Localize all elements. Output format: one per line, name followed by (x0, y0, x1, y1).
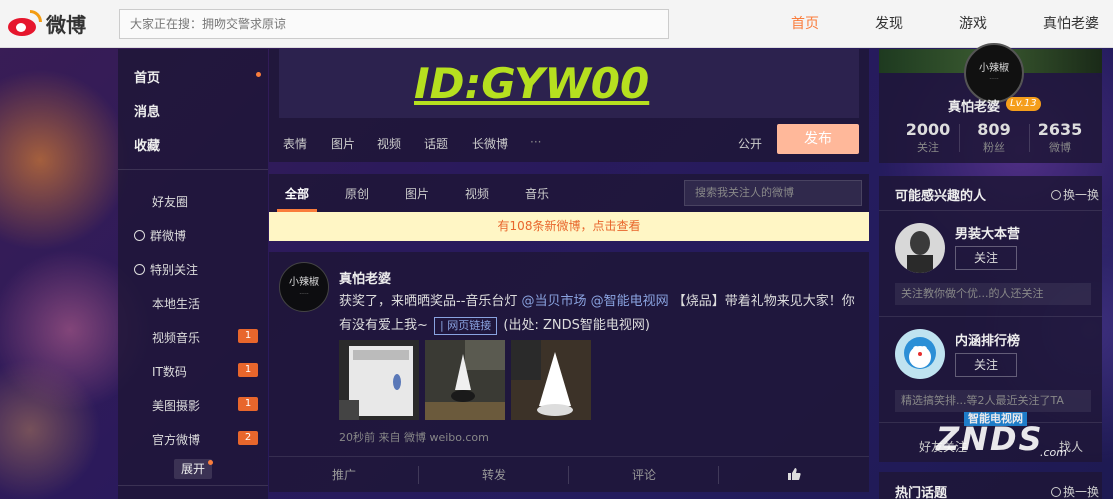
menu-home[interactable]: 首页 (134, 67, 160, 86)
znds-watermark: 智能电视网 ZNDS .com (900, 408, 1100, 468)
tool-topic[interactable]: 话题 (424, 135, 448, 152)
tab-original[interactable]: 原创 (345, 185, 369, 202)
comment-button[interactable]: 评论 (569, 457, 719, 493)
level-badge[interactable]: Lv.13 (1006, 97, 1041, 111)
profile-card: 小辣椒 ····· 真怕老婆 Lv.13 2000 关注 809 粉丝 2635 微博 (879, 43, 1102, 163)
post-actions: 推广 转发 评论 (269, 456, 869, 492)
tab-music[interactable]: 音乐 (525, 185, 549, 202)
follow-button[interactable]: 关注 (955, 246, 1017, 270)
feed-search-input[interactable]: 搜索我关注人的微博 (684, 180, 862, 206)
tool-emoji[interactable]: 表情 (283, 135, 307, 152)
unread-badge: 1 (238, 397, 258, 411)
unread-badge: 2 (238, 431, 258, 445)
suggestions-title: 可能感兴趣的人 (895, 189, 987, 204)
hot-topics-title: 热门话题 (895, 486, 948, 499)
mention-link[interactable]: @智能电视网 (587, 294, 669, 309)
refresh-button[interactable]: 换一换 (1051, 186, 1099, 203)
web-link[interactable]: | 网页链接 (434, 317, 498, 335)
watermark-brand: ZNDS (936, 420, 1044, 458)
suggested-user-name[interactable]: 男装大本营 (955, 223, 1020, 242)
follow-button[interactable]: 关注 (955, 353, 1017, 377)
menu-photography[interactable]: 美图摄影 (152, 397, 200, 414)
top-bar: 微博 大家正在搜：拥吻交警求原谅 首页 发现 游戏 真怕老婆 (0, 0, 1113, 48)
menu-official-weibo[interactable]: 官方微博 (152, 431, 200, 448)
divider (879, 210, 1102, 211)
suggested-user-avatar[interactable] (895, 223, 945, 273)
search-input[interactable]: 大家正在搜：拥吻交警求原谅 (119, 9, 669, 39)
post-image[interactable] (425, 340, 505, 420)
repost-button[interactable]: 转发 (419, 457, 569, 493)
profile-avatar[interactable]: 小辣椒 ····· (964, 43, 1024, 103)
post-image[interactable] (339, 340, 419, 420)
composer: ID:GYW00 表情 图片 视频 话题 长微博 ··· 公开 发布 (269, 49, 869, 162)
nav-discover[interactable]: 发现 (875, 0, 903, 48)
promote-button[interactable]: 推广 (269, 457, 419, 493)
menu-special-follow[interactable]: 特别关注 (134, 261, 198, 278)
tool-more[interactable]: ··· (530, 135, 541, 149)
divider (118, 169, 268, 170)
thumbs-up-icon (788, 468, 801, 480)
expand-button[interactable]: 展开 (174, 459, 212, 479)
suggested-user-name[interactable]: 内涵排行榜 (955, 330, 1020, 349)
menu-local-life[interactable]: 本地生活 (152, 295, 200, 312)
divider (879, 316, 1102, 317)
publish-button[interactable]: 发布 (777, 124, 859, 154)
unread-badge: 1 (238, 363, 258, 377)
tool-long-weibo[interactable]: 长微博 (472, 135, 508, 152)
menu-video-music[interactable]: 视频音乐 (152, 329, 200, 346)
tool-video[interactable]: 视频 (377, 135, 401, 152)
avatar-subtext: ····· (299, 291, 309, 298)
visibility-select[interactable]: 公开 (738, 135, 762, 152)
menu-favorites[interactable]: 收藏 (134, 135, 160, 154)
suggested-user-avatar[interactable] (895, 329, 945, 379)
composer-textarea[interactable]: ID:GYW00 (279, 49, 859, 118)
avatar-subtext: ····· (989, 76, 999, 83)
menu-it-digital[interactable]: IT数码 (152, 363, 187, 380)
tool-image[interactable]: 图片 (331, 135, 355, 152)
stat-following[interactable]: 2000 关注 (893, 120, 963, 155)
post-author[interactable]: 真怕老婆 (339, 268, 391, 287)
tab-videos[interactable]: 视频 (465, 185, 489, 202)
divider (118, 485, 268, 486)
new-posts-notice[interactable]: 有108条新微博，点击查看 (269, 212, 869, 241)
group-icon (134, 230, 145, 241)
profile-name[interactable]: 真怕老婆 (948, 96, 1000, 115)
post-avatar[interactable]: 小辣椒 ····· (279, 262, 329, 312)
left-menu: 首页 消息 收藏 好友圈 群微博 特别关注 本地生活 视频音乐 1 IT数码 1… (118, 49, 268, 499)
new-dot (208, 460, 213, 465)
menu-friends-circle[interactable]: 好友圈 (152, 193, 188, 210)
mention-link[interactable]: @当贝市场 (522, 294, 587, 309)
suggestion-reason: 关注教你做个优...的人还关注 (895, 283, 1091, 305)
stat-followers[interactable]: 809 粉丝 (959, 120, 1029, 155)
stat-posts[interactable]: 2635 微博 (1025, 120, 1095, 155)
nav-games[interactable]: 游戏 (959, 0, 987, 48)
refresh-icon (1051, 487, 1061, 497)
feed-tabs: 全部 原创 图片 视频 音乐 搜索我关注人的微博 (269, 174, 869, 212)
weibo-logo[interactable]: 微博 (8, 9, 86, 38)
like-button[interactable] (719, 457, 869, 493)
unread-badge: 1 (238, 329, 258, 343)
star-icon (134, 264, 145, 275)
refresh-icon (1051, 190, 1061, 200)
menu-messages[interactable]: 消息 (134, 101, 160, 120)
post-card: 小辣椒 ····· 真怕老婆 获奖了，来晒晒奖品--音乐台灯 @当贝市场 @智能… (269, 252, 869, 492)
composer-content: ID:GYW00 (414, 59, 650, 108)
tab-images[interactable]: 图片 (405, 185, 429, 202)
hot-topics-panel: 热门话题 换一换 (879, 472, 1102, 499)
watermark-suffix: .com (1040, 446, 1067, 459)
post-text: 获奖了，来晒晒奖品--音乐台灯 @当贝市场 @智能电视网 【烧品】带着礼物来见大… (339, 294, 855, 335)
new-dot (256, 72, 261, 77)
nav-home[interactable]: 首页 (791, 0, 819, 48)
tab-all[interactable]: 全部 (285, 185, 309, 202)
weibo-eye-icon (8, 9, 42, 38)
post-meta: 20秒前 来自 微博 weibo.com (339, 431, 489, 444)
menu-group-weibo[interactable]: 群微博 (134, 227, 186, 244)
post-image[interactable] (511, 340, 591, 420)
nav-profile[interactable]: 真怕老婆 (1043, 0, 1099, 48)
refresh-button[interactable]: 换一换 (1051, 483, 1099, 499)
logo-text: 微博 (46, 13, 86, 37)
